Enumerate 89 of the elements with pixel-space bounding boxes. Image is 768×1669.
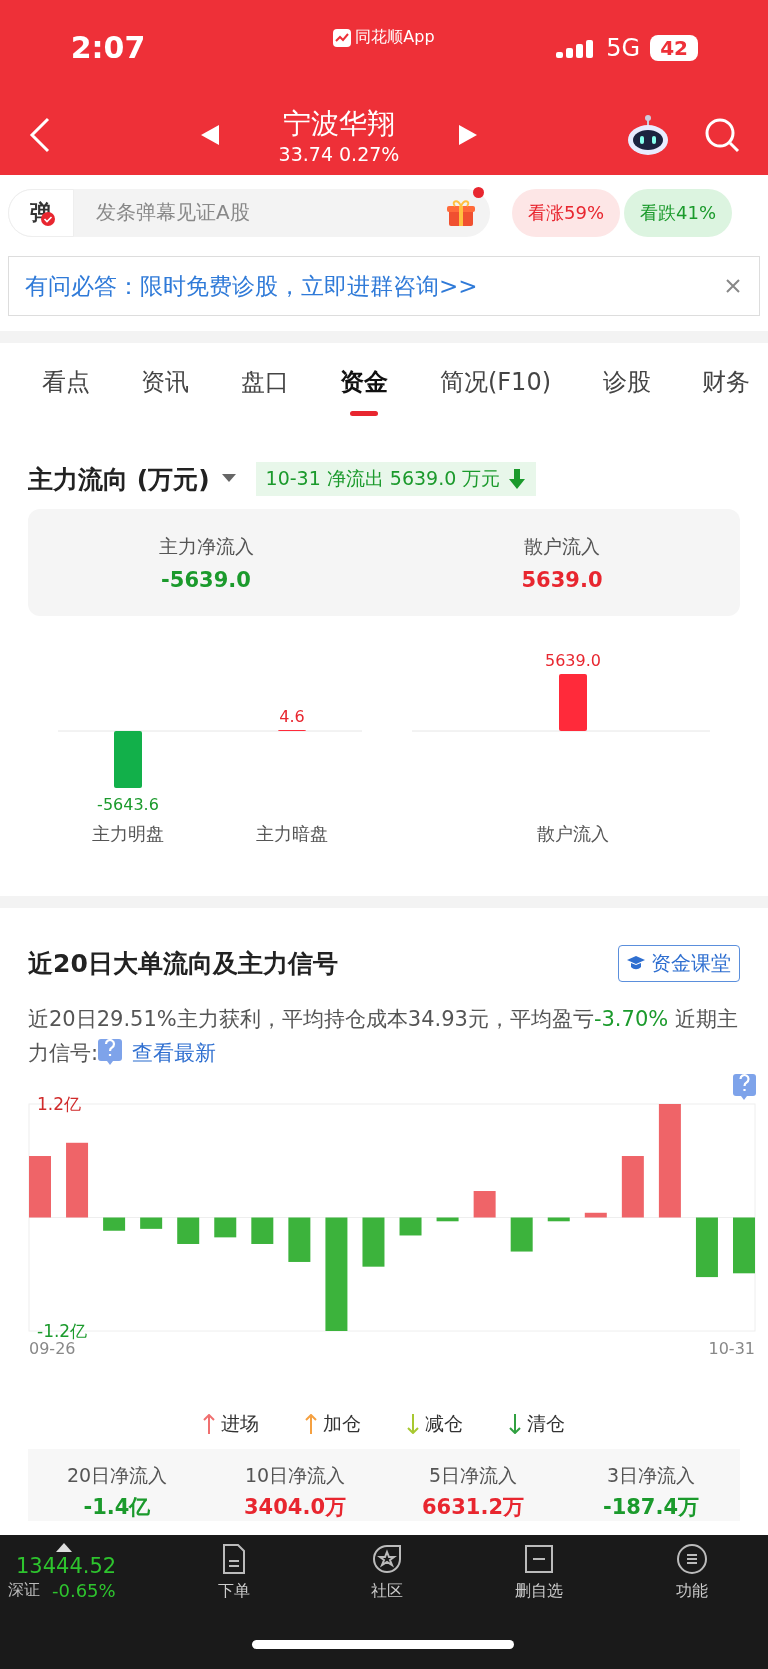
summary-text: 近20日29.51%主力获利，平均持仓成本34.93元，平均盈亏-3.70% 近期主力信号: 查看最新 bbox=[28, 1006, 739, 1067]
flow-tag: 10-31 净流出 5639.0 万元 bbox=[255, 462, 537, 496]
tab[interactable]: 简况(F10) bbox=[439, 348, 551, 416]
stat-label: 5日净流入 bbox=[428, 1463, 518, 1488]
tab[interactable]: 财务 bbox=[702, 348, 750, 416]
nav-item[interactable]: 下单 bbox=[158, 1543, 311, 1611]
bar bbox=[362, 1217, 385, 1267]
course-button[interactable]: 资金课堂 bbox=[618, 944, 740, 982]
nav-item[interactable]: 社区 bbox=[310, 1543, 463, 1611]
clock: 2:07 bbox=[70, 30, 146, 65]
section-title: 近20日大单流向及主力信号 bbox=[28, 947, 338, 980]
up-triangle-icon bbox=[56, 1543, 72, 1552]
help-icon[interactable] bbox=[98, 1039, 123, 1065]
date-label: 10-31 bbox=[708, 1339, 755, 1358]
stat-label: 20日净流入 bbox=[66, 1463, 168, 1488]
bar bbox=[114, 731, 142, 788]
date-label: 09-26 bbox=[29, 1339, 76, 1358]
stock-price: 33.74 0.27% bbox=[278, 143, 400, 165]
legend-label: 加仓 bbox=[323, 1411, 361, 1436]
category-label: 主力明盘 bbox=[92, 823, 164, 844]
legend-label: 清仓 bbox=[527, 1411, 565, 1436]
legend-label: 减仓 bbox=[425, 1411, 463, 1436]
gift-icon[interactable] bbox=[446, 197, 476, 228]
summary-label: 散户流入 bbox=[524, 533, 600, 559]
index-value: 13444.52 bbox=[16, 1554, 118, 1578]
value-label: 4.6 bbox=[279, 707, 305, 726]
summary-value: 5639.0 bbox=[521, 567, 603, 592]
help-icon[interactable] bbox=[733, 1073, 756, 1100]
nav-item[interactable]: 功能 bbox=[615, 1543, 768, 1611]
back-button[interactable] bbox=[28, 117, 52, 153]
bar bbox=[29, 1156, 51, 1218]
robot-icon[interactable] bbox=[626, 114, 670, 156]
stat-label: 10日净流入 bbox=[244, 1463, 346, 1488]
bar bbox=[177, 1217, 200, 1244]
bar bbox=[214, 1217, 237, 1238]
bar bbox=[584, 1212, 607, 1218]
close-icon[interactable] bbox=[725, 278, 741, 294]
graduation-cap-icon bbox=[627, 956, 645, 970]
tab[interactable]: 看点 bbox=[42, 348, 90, 416]
stat-value: -187.4万 bbox=[602, 1494, 700, 1521]
stat-value: 3404.0万 bbox=[243, 1494, 346, 1521]
stat-value: 6631.2万 bbox=[421, 1494, 524, 1521]
bar bbox=[695, 1217, 718, 1278]
bar bbox=[251, 1217, 274, 1244]
tab[interactable]: 资金 bbox=[340, 348, 389, 416]
section-title: 主力流向 (万元) bbox=[28, 463, 210, 496]
legend-label: 进场 bbox=[221, 1411, 259, 1436]
index-name: 深证 bbox=[8, 1580, 40, 1601]
app-logo-icon bbox=[333, 28, 352, 47]
summary-label: 主力净流入 bbox=[158, 533, 254, 559]
stock-name: 宁波华翔 bbox=[283, 106, 395, 142]
down-arrow-icon bbox=[508, 469, 527, 489]
sentiment-button[interactable]: 看涨59% bbox=[512, 188, 620, 237]
bar bbox=[733, 1217, 755, 1274]
category-label: 主力暗盘 bbox=[256, 823, 328, 844]
latest-link[interactable]: 查看最新 bbox=[132, 1041, 217, 1065]
axis-label: -1.2亿 bbox=[37, 1321, 88, 1341]
category-label: 散户流入 bbox=[537, 823, 609, 844]
bar bbox=[140, 1217, 163, 1229]
tab[interactable]: 诊股 bbox=[602, 348, 651, 416]
bar bbox=[473, 1191, 496, 1218]
battery-level: 42 bbox=[650, 34, 698, 61]
search-icon[interactable] bbox=[704, 117, 740, 153]
bar bbox=[510, 1217, 533, 1252]
stat-value: -1.4亿 bbox=[83, 1494, 151, 1521]
axis-label: 1.2亿 bbox=[37, 1094, 82, 1114]
caret-icon[interactable] bbox=[221, 474, 236, 484]
promo-text: 有问必答：限时免费诊股，立即进群咨询>> bbox=[25, 271, 478, 301]
summary-value: -5639.0 bbox=[161, 567, 251, 592]
previous-button[interactable] bbox=[200, 125, 219, 145]
app-name: 同花顺App bbox=[355, 27, 435, 48]
nav-item[interactable]: 删自选 bbox=[463, 1543, 616, 1611]
star-icon bbox=[370, 1543, 403, 1575]
bar bbox=[547, 1217, 570, 1222]
next-button[interactable] bbox=[459, 125, 478, 145]
minus-icon bbox=[523, 1543, 556, 1575]
bar bbox=[436, 1217, 459, 1222]
index-change: -0.65% bbox=[52, 1580, 116, 1601]
bar bbox=[288, 1217, 311, 1262]
bar bbox=[559, 674, 587, 731]
tab[interactable]: 盘口 bbox=[240, 348, 289, 416]
bar bbox=[621, 1156, 644, 1218]
tab[interactable]: 资讯 bbox=[141, 348, 190, 416]
network-label: 5G bbox=[606, 33, 641, 62]
menu-icon bbox=[675, 1543, 708, 1575]
stat-label: 3日净流入 bbox=[606, 1463, 696, 1488]
promo-banner[interactable]: 有问必答：限时免费诊股，立即进群咨询>> bbox=[8, 256, 760, 316]
value-label: 5639.0 bbox=[545, 651, 601, 671]
value-label: -5643.6 bbox=[97, 795, 159, 814]
